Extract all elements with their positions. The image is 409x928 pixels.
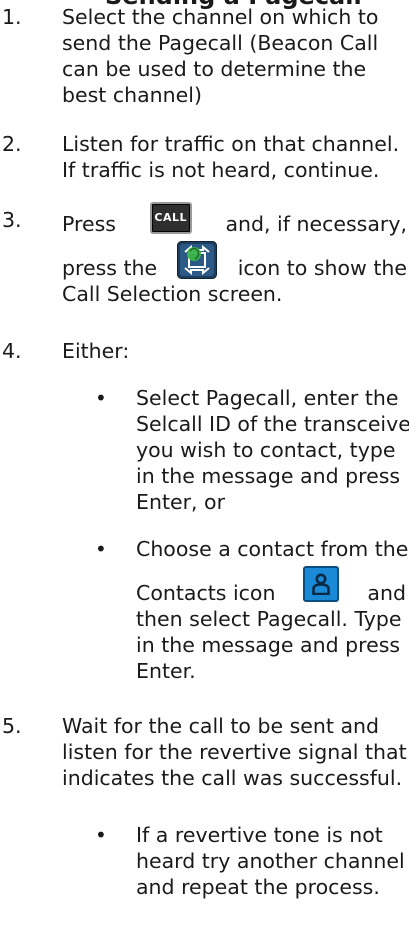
step-number: 3. [2,208,22,232]
step-text: Either: [62,338,407,364]
text-fragment: Press [62,212,116,236]
text-fragment: press the [62,256,158,280]
step-3-line-2: press the icon to show the [62,237,407,281]
step-number: 1. [2,5,22,29]
text-line: If traffic is not heard, continue. [62,158,380,182]
step-text: Select the channel on which to send the … [62,4,407,108]
contacts-line: Contacts icon and [136,562,406,606]
text-line: indicates the call was successful. [62,766,403,790]
call-button-icon: CALL [149,202,192,234]
person-glyph-icon [312,573,331,595]
text-line: Enter. [136,659,196,683]
contacts-icon [303,566,340,602]
text-line: Wait for the call to be sent and [62,714,380,738]
step-text: Listen for traffic on that channel. If t… [62,131,407,183]
text-line: Enter, or [136,490,226,514]
text-line: send the Pagecall (Beacon Call [62,31,379,55]
text-line: in the message and press [136,633,401,657]
text-line: Select Pagecall, enter the [136,386,399,410]
text-line: If a revertive tone is not [136,823,383,847]
bullet-marker: • [95,386,107,410]
text-line: Either: [62,339,130,363]
text-line: can be used to determine the [62,57,367,81]
text-line: Listen for traffic on that channel. [62,132,400,156]
text-line: Selcall ID of the transceiver [136,412,409,436]
bullet-text: If a revertive tone is not heard try ano… [136,822,406,900]
text-fragment: and [367,581,406,605]
bullet-marker: • [95,537,107,561]
text-line: best channel) [62,83,202,107]
text-fragment: Contacts icon [136,581,276,605]
call-button-label: CALL [154,211,187,224]
text-line: in the message and press [136,464,401,488]
call-selection-icon [177,241,218,279]
step-number: 4. [2,339,22,363]
bullet-text: Select Pagecall, enter the Selcall ID of… [136,385,409,515]
text-line: listen for the revertive signal that [62,740,407,764]
text-fragment: and, if necessary, [225,212,407,236]
text-line: Call Selection screen. [62,282,283,306]
text-fragment: icon to show the [237,256,407,280]
step-3-line-1: Press CALL and, if necessary, [62,201,407,237]
step-number: 5. [2,714,22,738]
step-text: Wait for the call to be sent and listen … [62,713,407,791]
text-line: Select the channel on which to [62,5,379,29]
text-line: heard try another channel [136,849,405,873]
bullet-marker: • [95,823,107,847]
text-line: you wish to contact, type [136,438,396,462]
step-text: Press CALL and, if necessary, press the … [62,201,407,307]
step-number: 2. [2,132,22,156]
text-line: Choose a contact from the [136,537,409,561]
text-line: and repeat the process. [136,875,380,899]
text-line: then select Pagecall. Type [136,607,402,631]
bullet-text: Choose a contact from the Contacts icon … [136,536,409,684]
